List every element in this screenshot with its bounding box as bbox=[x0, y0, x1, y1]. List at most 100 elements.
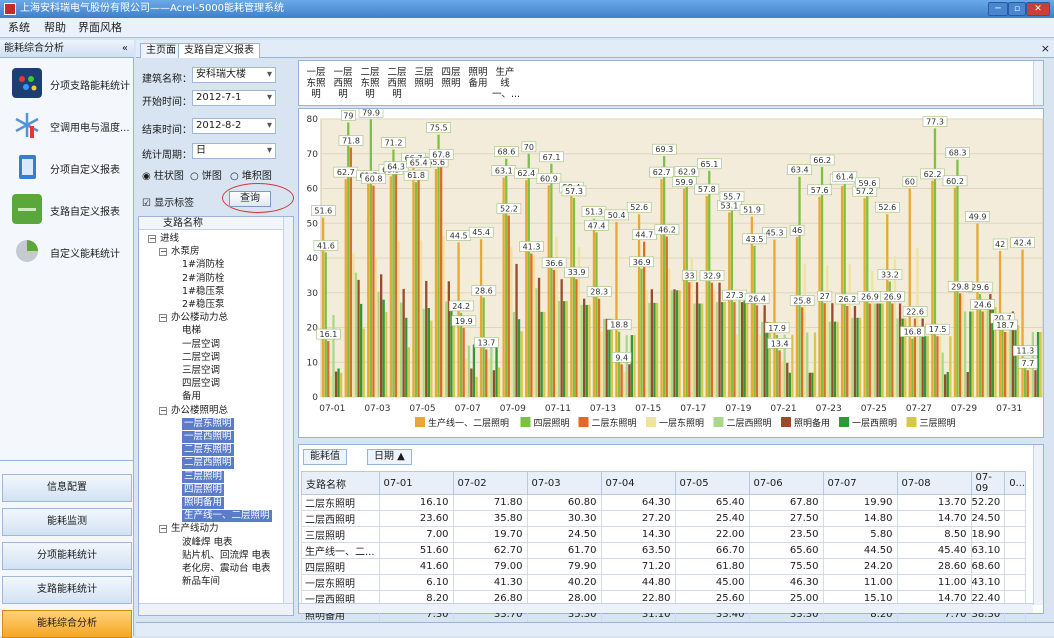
tree-node[interactable]: 生产线动力 bbox=[171, 523, 219, 535]
table-row[interactable]: 二层西照明 23.60 35.80 30.30 27.20 25.40 27.50 14.80… bbox=[301, 510, 1027, 527]
radio-pie-chart[interactable]: ○ 饼图 bbox=[190, 167, 222, 182]
period-select[interactable]: 日 bbox=[192, 143, 276, 159]
table-row[interactable]: 二层东照明 16.10 71.80 60.80 64.30 65.40 67.80 19.90… bbox=[301, 494, 1027, 511]
chart-bar bbox=[425, 280, 428, 397]
tree-expand-icon[interactable]: − bbox=[159, 248, 167, 257]
chart-bar bbox=[440, 161, 443, 397]
close-tab-icon[interactable]: × bbox=[1041, 42, 1050, 55]
tree-node[interactable]: 办公楼动力总 bbox=[171, 312, 228, 324]
menu-help[interactable]: 帮助 bbox=[44, 21, 66, 35]
chart-bar bbox=[705, 196, 708, 397]
tree-node[interactable]: 四层照明 bbox=[182, 483, 225, 496]
tree-node[interactable]: 二层西照明 bbox=[182, 457, 234, 470]
grid-column-header[interactable]: 0... bbox=[1004, 471, 1027, 495]
chart-bar bbox=[1009, 325, 1012, 397]
data-label: 63.1 bbox=[495, 167, 513, 176]
tree-node[interactable]: 照明备用 bbox=[182, 497, 225, 509]
nav-subitem-stats[interactable]: 分项能耗统计 bbox=[2, 542, 132, 570]
nav-energy-analysis[interactable]: 能耗综合分析 bbox=[2, 610, 132, 638]
tree-node[interactable]: 波峰焊 电表 bbox=[182, 537, 233, 549]
maximize-button[interactable]: ▫ bbox=[1008, 2, 1026, 16]
nav-branch-stats[interactable]: 支路能耗统计 bbox=[2, 576, 132, 604]
grid-column-header[interactable]: 07-01 bbox=[378, 471, 454, 495]
tree-node[interactable]: 办公楼照明总 bbox=[171, 405, 228, 417]
chart-bar bbox=[836, 321, 839, 397]
x-tick-label: 07-21 bbox=[770, 404, 796, 414]
tree-expand-icon[interactable]: − bbox=[148, 235, 156, 243]
tree-node[interactable]: 水泵房 bbox=[171, 246, 200, 258]
top-legend-label: 四层照明 bbox=[441, 67, 461, 89]
legend-scrollbar[interactable] bbox=[1033, 61, 1043, 105]
grid-column-header[interactable]: 07-02 bbox=[452, 471, 528, 495]
table-cell: 63.50 bbox=[600, 542, 676, 559]
grid-column-header[interactable]: 07-06 bbox=[748, 471, 824, 495]
tree-node[interactable]: 备用 bbox=[182, 391, 201, 403]
tree-horizontal-scrollbar[interactable] bbox=[139, 603, 293, 615]
grid-column-header[interactable]: 07-09 bbox=[970, 471, 1006, 495]
nav-energy-monitor[interactable]: 能耗监测 bbox=[2, 508, 132, 536]
tree-expand-icon[interactable]: − bbox=[159, 406, 167, 415]
tree-node[interactable]: 2#稳压泵 bbox=[182, 299, 225, 311]
tree-node[interactable]: 新品车间 bbox=[182, 576, 220, 588]
left-item-custom-stats[interactable]: 自定义能耗统计 bbox=[4, 232, 130, 272]
tree-node[interactable]: 进线 bbox=[160, 233, 179, 245]
tree-node[interactable]: 一层西照明 bbox=[182, 431, 234, 443]
tree-node[interactable]: 四层空调 bbox=[182, 378, 220, 390]
left-item-branch-stats[interactable]: 分项支路能耗统计 bbox=[4, 64, 130, 104]
nav-info-config[interactable]: 信息配置 bbox=[2, 474, 132, 502]
tree-node[interactable]: 2#消防栓 bbox=[182, 273, 225, 285]
tree-node[interactable]: 贴片机、回流焊 电表 bbox=[182, 550, 271, 562]
table-row[interactable]: 三层照明 7.00 19.70 24.50 14.30 22.00 23.50 5.80 8.5… bbox=[301, 526, 1027, 543]
table-cell bbox=[1004, 574, 1027, 591]
left-item-ac-temperature[interactable]: 空调用电与温度... bbox=[4, 106, 130, 146]
chart-bar bbox=[761, 321, 764, 397]
menu-system[interactable]: 系统 bbox=[8, 21, 30, 35]
grid-column-header[interactable]: 07-04 bbox=[600, 471, 676, 495]
end-date-select[interactable]: 2012-8-2 bbox=[192, 118, 276, 134]
grid-horizontal-scrollbar[interactable] bbox=[299, 603, 1033, 613]
grid-column-header[interactable]: 07-03 bbox=[526, 471, 602, 495]
left-item-branch-report[interactable]: 支路自定义报表 bbox=[4, 190, 130, 230]
tree-vertical-scrollbar[interactable] bbox=[283, 217, 293, 603]
collapse-icon[interactable]: « bbox=[122, 40, 128, 58]
tab-home[interactable]: 主页面 bbox=[140, 43, 182, 58]
grid-vertical-scrollbar[interactable] bbox=[1033, 445, 1043, 605]
close-button[interactable]: ✕ bbox=[1026, 2, 1050, 16]
start-date-select[interactable]: 2012-7-1 bbox=[192, 90, 276, 106]
radio-bar-chart[interactable]: ◉ 柱状图 bbox=[142, 167, 184, 182]
tree-node[interactable]: 三层空调 bbox=[182, 365, 220, 377]
tree-node[interactable]: 一层东照明 bbox=[182, 417, 234, 430]
grid-column-header[interactable]: 07-05 bbox=[674, 471, 750, 495]
tree-expand-icon[interactable]: − bbox=[159, 525, 167, 534]
query-button[interactable]: 查询 bbox=[229, 191, 271, 207]
menu-theme[interactable]: 界面风格 bbox=[78, 21, 122, 35]
tree-node[interactable]: 二层空调 bbox=[182, 352, 220, 364]
tree-node[interactable]: 1#消防栓 bbox=[182, 259, 225, 271]
panel-splitter[interactable] bbox=[0, 460, 134, 466]
grid-column-header[interactable]: 07-07 bbox=[822, 471, 898, 495]
table-row[interactable]: 四层照明 41.60 79.00 79.90 71.20 61.80 75.50 24.20 2… bbox=[301, 558, 1027, 575]
app-icon bbox=[4, 3, 16, 15]
show-labels-checkbox[interactable]: ☑ 显示标签 bbox=[142, 194, 194, 209]
table-row[interactable]: 一层东照明 6.10 41.30 40.20 44.80 45.00 46.30 11.00 1… bbox=[301, 574, 1027, 591]
table-row[interactable]: 生产线一、二... 51.60 62.70 61.70 63.50 66.70 65.60 4… bbox=[301, 542, 1027, 559]
radio-stacked-chart[interactable]: ○ 堆积图 bbox=[230, 167, 272, 182]
tree-node[interactable]: 1#稳压泵 bbox=[182, 286, 225, 298]
tree-node[interactable]: 三层照明 bbox=[182, 470, 225, 483]
left-item-subitem-report[interactable]: 分项自定义报表 bbox=[4, 148, 130, 188]
tree-node[interactable]: 老化房、震动台 电表 bbox=[182, 563, 271, 575]
tree-node[interactable]: 一层空调 bbox=[182, 339, 220, 351]
chart-bar bbox=[492, 370, 496, 397]
tab-branch-report[interactable]: 支路自定义报表 bbox=[178, 43, 260, 58]
tree-node[interactable]: 电梯 bbox=[182, 325, 201, 337]
tree-expand-icon[interactable]: − bbox=[159, 314, 167, 323]
building-select[interactable]: 安科瑞大楼 bbox=[192, 67, 276, 83]
minimize-button[interactable]: ─ bbox=[988, 2, 1008, 16]
data-label: 61.4 bbox=[836, 173, 854, 182]
grid-corner-header[interactable]: 支路名称 bbox=[301, 471, 380, 495]
tree-node[interactable]: 二层东照明 bbox=[182, 444, 234, 457]
chart-bar bbox=[520, 331, 523, 397]
tree-node[interactable]: 生产线一、二层照明 bbox=[182, 510, 272, 523]
grid-column-header[interactable]: 07-08 bbox=[896, 471, 972, 495]
grid-sort-date[interactable]: 日期 ▲ bbox=[367, 449, 412, 465]
